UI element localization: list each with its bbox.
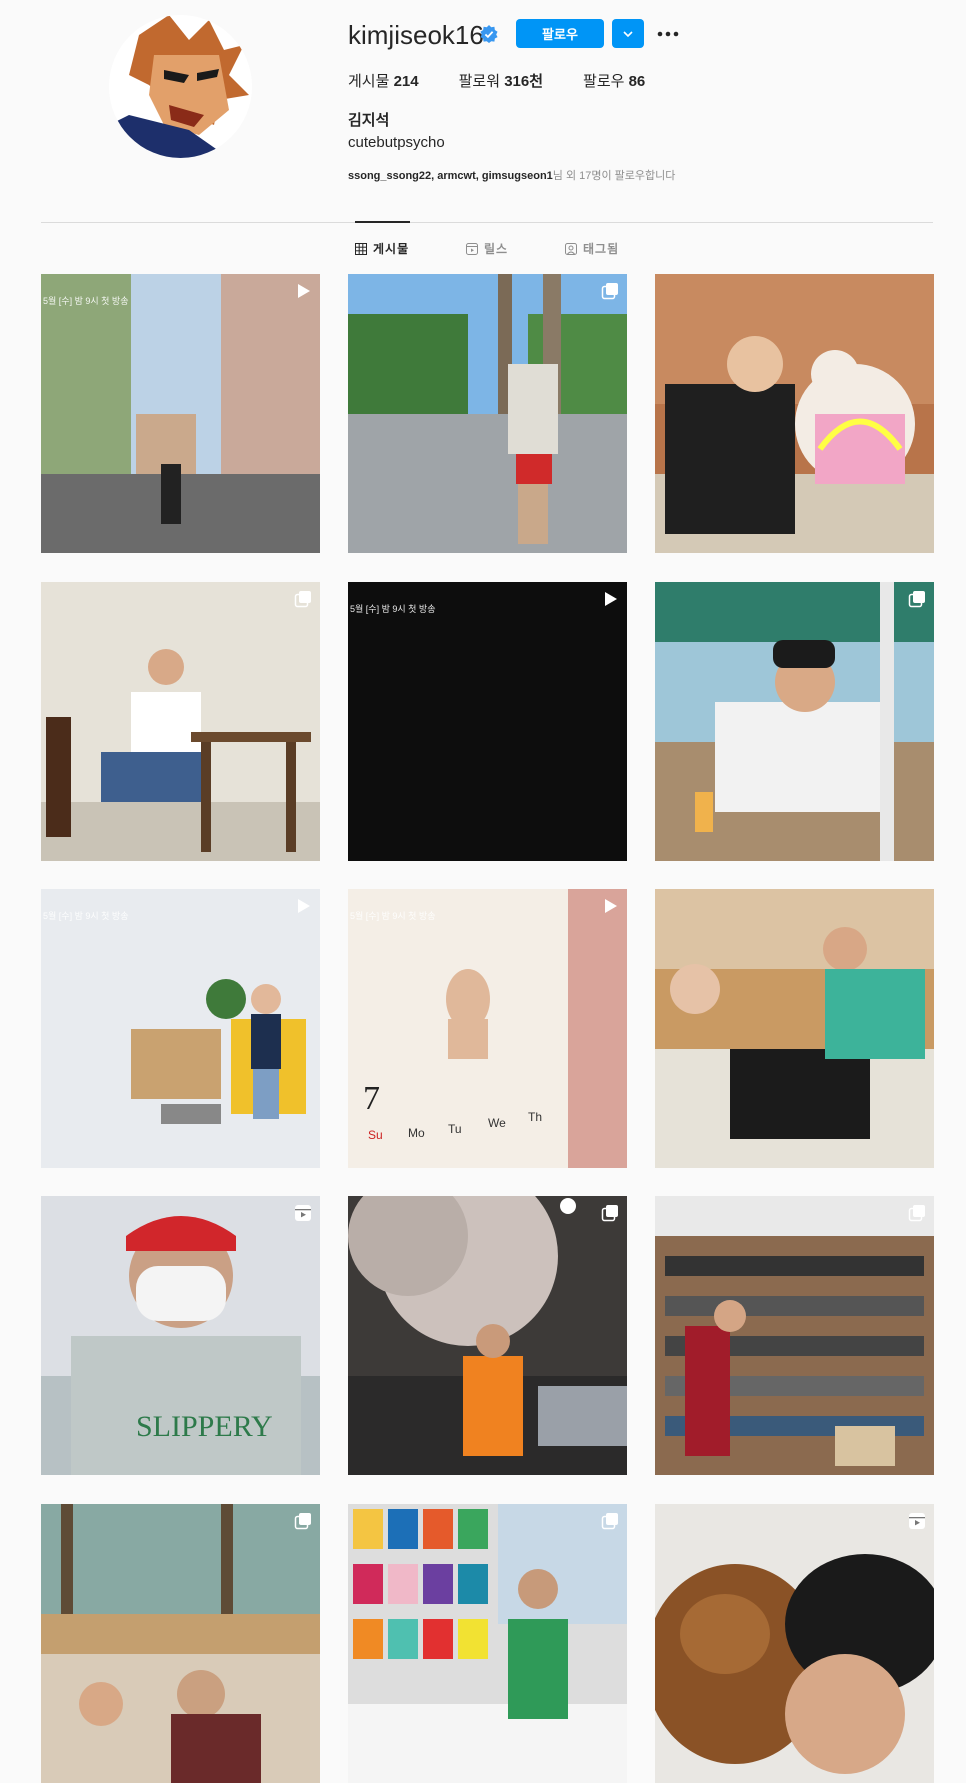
post-overlay-text: 5월 [수] 밤 9시 첫 방송 xyxy=(350,604,436,614)
following-count: 86 xyxy=(628,73,646,90)
carousel-icon xyxy=(908,1204,926,1222)
post-image xyxy=(41,274,320,553)
post-image xyxy=(655,889,934,1168)
post-thumbnail[interactable] xyxy=(41,582,320,861)
carousel-icon xyxy=(294,590,312,608)
profile-stats: 게시물 214 팔로워 316천 팔로우 86 xyxy=(348,70,685,91)
post-image xyxy=(655,274,934,553)
followers-label: 팔로워 xyxy=(458,73,501,90)
following-stat[interactable]: 팔로우 86 xyxy=(583,70,645,91)
post-thumbnail[interactable] xyxy=(655,582,934,861)
avatar-illustration xyxy=(109,15,252,158)
followed-by-names: ssong_ssong22, armcwt, gimsugseon1 xyxy=(348,170,553,182)
followers-count: 316천 xyxy=(504,73,544,90)
post-overlay-text: 5월 [수] 밤 9시 첫 방송 xyxy=(43,296,129,306)
post-thumbnail[interactable]: SLIPPERY xyxy=(41,1196,320,1475)
svg-text:7: 7 xyxy=(363,1080,380,1117)
posts-stat: 게시물 214 xyxy=(348,70,419,91)
profile-full-name: 김지석 xyxy=(348,112,390,129)
active-tab-indicator xyxy=(355,221,410,223)
profile-avatar[interactable] xyxy=(109,15,252,158)
verified-badge-icon xyxy=(480,25,498,43)
carousel-icon xyxy=(601,1204,619,1222)
post-overlay-text: 5월 [수] 밤 9시 첫 방송 xyxy=(350,911,436,921)
carousel-icon xyxy=(601,282,619,300)
post-image: 7 Su Mo Tu We Th xyxy=(348,889,627,1168)
video-icon xyxy=(601,590,619,608)
post-thumbnail[interactable] xyxy=(655,1196,934,1475)
grid-icon xyxy=(355,242,367,255)
post-image: SLIPPERY xyxy=(41,1196,320,1475)
svg-text:We: We xyxy=(488,1116,506,1130)
profile-username: kimjiseok16 xyxy=(348,20,484,50)
post-thumbnail[interactable]: 5월 [수] 밤 9시 첫 방송 xyxy=(348,582,627,861)
post-thumbnail[interactable] xyxy=(655,274,934,553)
tab-tagged-label: 태그됨 xyxy=(583,242,620,256)
tab-reels[interactable]: 릴스 xyxy=(466,240,508,257)
post-thumbnail[interactable]: 7 Su Mo Tu We Th 5월 [수] 밤 9시 첫 방송 xyxy=(348,889,627,1168)
svg-text:SLIPPERY: SLIPPERY xyxy=(136,1410,273,1443)
post-image xyxy=(41,582,320,861)
tab-posts-label: 게시물 xyxy=(373,242,410,256)
tabs-divider xyxy=(41,222,933,223)
video-icon xyxy=(294,897,312,915)
following-label: 팔로우 xyxy=(583,73,625,90)
post-image xyxy=(348,1196,627,1475)
carousel-icon xyxy=(294,1512,312,1530)
post-image xyxy=(348,582,627,861)
tab-posts[interactable]: 게시물 xyxy=(355,240,409,257)
tab-reels-label: 릴스 xyxy=(484,242,509,256)
post-thumbnail[interactable] xyxy=(655,889,934,1168)
post-thumbnail[interactable] xyxy=(348,274,627,553)
video-icon xyxy=(294,282,312,300)
suggested-accounts-button[interactable] xyxy=(612,19,644,48)
tagged-icon xyxy=(565,242,577,255)
post-image xyxy=(41,889,320,1168)
reels-icon xyxy=(294,1204,312,1222)
chevron-down-icon xyxy=(623,30,633,37)
followed-by-suffix: 님 외 17명이 팔로우합니다 xyxy=(552,170,676,182)
posts-label: 게시물 xyxy=(348,73,390,90)
svg-text:Su: Su xyxy=(368,1128,383,1142)
post-thumbnail[interactable] xyxy=(348,1196,627,1475)
svg-text:Tu: Tu xyxy=(448,1122,462,1136)
profile-bio: cutebutpsycho xyxy=(348,134,445,151)
reels-icon xyxy=(908,1512,926,1530)
carousel-icon xyxy=(601,1512,619,1530)
options-button[interactable] xyxy=(654,19,682,48)
reels-icon xyxy=(466,242,478,255)
follow-button[interactable]: 팔로우 xyxy=(516,19,604,48)
post-image xyxy=(655,1196,934,1475)
carousel-icon xyxy=(908,590,926,608)
post-thumbnail[interactable]: 5월 [수] 밤 9시 첫 방송 xyxy=(41,274,320,553)
followers-stat[interactable]: 팔로워 316천 xyxy=(459,70,543,91)
post-overlay-text: 5월 [수] 밤 9시 첫 방송 xyxy=(43,911,129,921)
svg-text:Th: Th xyxy=(528,1110,542,1124)
posts-count: 214 xyxy=(393,73,419,90)
post-thumbnail[interactable]: 5월 [수] 밤 9시 첫 방송 xyxy=(41,889,320,1168)
followed-by-text[interactable]: ssong_ssong22, armcwt, gimsugseon1님 외 17… xyxy=(348,167,675,183)
video-icon xyxy=(601,897,619,915)
tab-tagged[interactable]: 태그됨 xyxy=(565,240,619,257)
post-image xyxy=(655,582,934,861)
svg-text:Mo: Mo xyxy=(408,1126,425,1140)
more-options-icon xyxy=(657,31,679,36)
post-image xyxy=(348,274,627,553)
